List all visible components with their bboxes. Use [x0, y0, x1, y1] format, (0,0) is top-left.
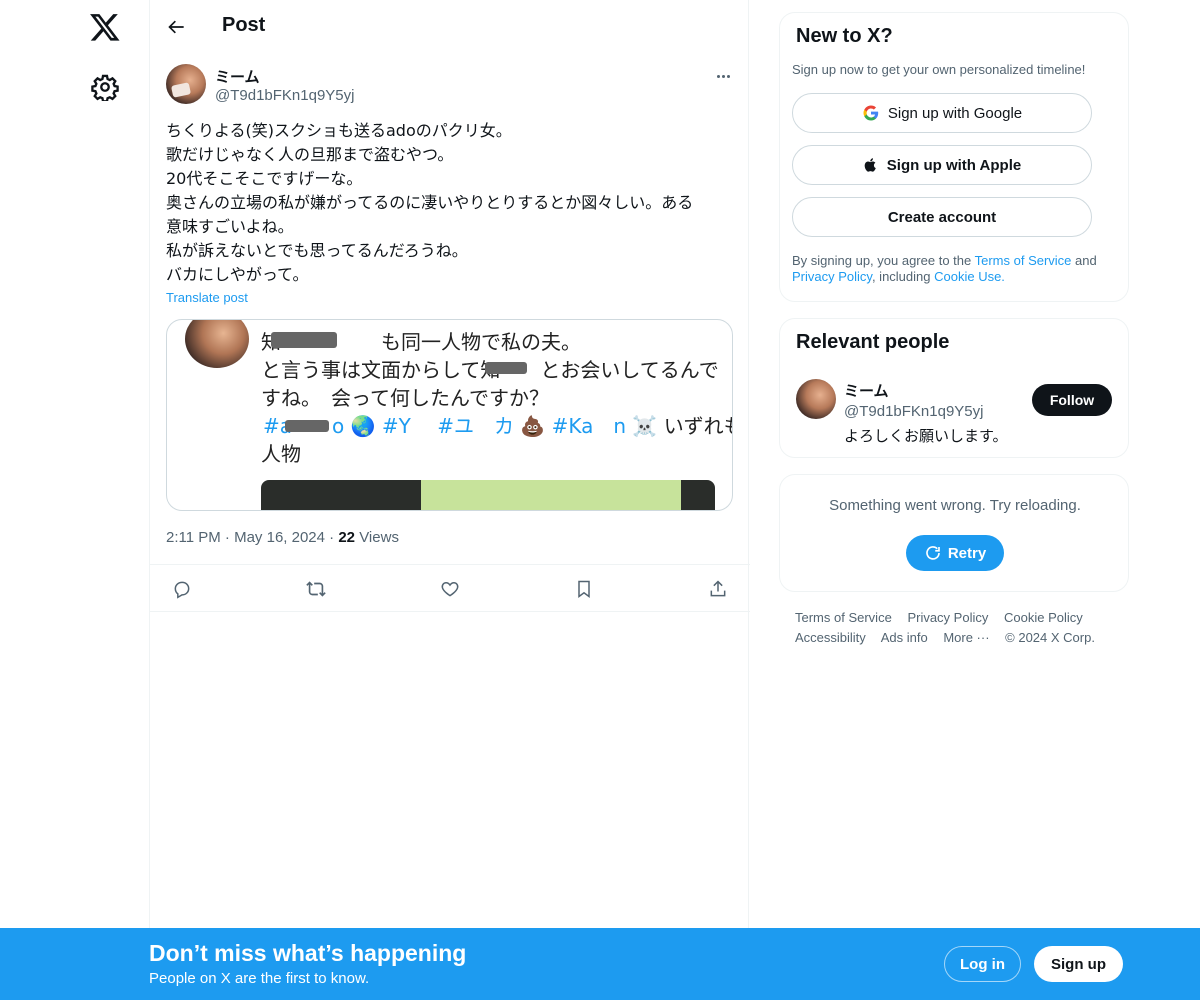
avatar[interactable]	[796, 379, 836, 419]
login-button[interactable]: Log in	[944, 946, 1021, 982]
author-name[interactable]: ミーム	[215, 66, 260, 87]
media-hashtags: #a o 🌏 #Y #ユ カ 💩 #Ka n ☠️ いずれも同一	[263, 410, 732, 439]
globe-emoji: 🌏	[350, 414, 376, 438]
x-logo-icon[interactable]	[89, 11, 121, 43]
post-date[interactable]: May 16, 2024	[234, 529, 325, 546]
main-column: Post ミーム @T9d1bFKn1q9Y5yj ちくりよる(笑)スクショも送…	[149, 0, 750, 1000]
post-media-image[interactable]: 知 も同一人物で私の夫。 と言う事は文面からして知 とお会いしてるんで すね。 …	[166, 319, 733, 511]
privacy-policy-link[interactable]: Privacy Policy	[792, 269, 872, 284]
retry-button[interactable]: Retry	[906, 535, 1004, 571]
signup-apple-button[interactable]: Sign up with Apple	[792, 145, 1092, 185]
author-handle[interactable]: @T9d1bFKn1q9Y5yj	[215, 87, 354, 104]
legal-including: , including	[871, 269, 935, 284]
media-embedded-screenshot	[261, 480, 715, 510]
media-line-3: すね。 会って何したんですか？	[261, 386, 549, 410]
redaction-bar	[271, 332, 337, 348]
redaction-bar	[285, 420, 329, 432]
post-meta: 2:11 PM · May 16, 2024 · 22 Views	[166, 529, 399, 546]
media-tag-4: #Ka n	[551, 414, 627, 438]
create-account-label: Create account	[887, 208, 997, 226]
new-to-x-card: New to X? Sign up now to get your own pe…	[779, 12, 1129, 302]
relevant-people-title: Relevant people	[796, 331, 950, 353]
footer-privacy-link[interactable]: Privacy Policy	[907, 610, 988, 625]
views-count: 22	[338, 529, 356, 546]
media-tag-2: #Y	[381, 414, 431, 438]
views-label: Views	[359, 529, 399, 546]
person-name[interactable]: ミーム	[844, 380, 889, 401]
bottom-signup-bar: Don’t miss what’s happening People on X …	[0, 928, 1200, 1000]
person-bio: よろしくお願いします。	[844, 428, 1008, 445]
person-handle[interactable]: @T9d1bFKn1q9Y5yj	[844, 403, 983, 420]
redaction-bar	[485, 362, 527, 374]
signup-button[interactable]: Sign up	[1034, 946, 1123, 982]
footer-accessibility-link[interactable]: Accessibility	[795, 630, 866, 645]
bottom-bar-title: Don’t miss what’s happening	[149, 940, 467, 966]
poop-emoji: 💩	[520, 414, 546, 438]
settings-gear-icon[interactable]	[91, 73, 119, 103]
footer-cookie-link[interactable]: Cookie Policy	[1004, 610, 1083, 625]
cookie-use-link[interactable]: Cookie Use.	[934, 269, 1005, 284]
footer-terms-link[interactable]: Terms of Service	[795, 610, 892, 625]
follow-button[interactable]: Follow	[1032, 384, 1112, 416]
new-to-x-subtitle: Sign up now to get your own personalized…	[792, 62, 1086, 77]
more-options-icon[interactable]	[710, 66, 736, 86]
media-avatar	[185, 320, 249, 368]
skull-emoji: ☠️	[632, 414, 658, 438]
footer-links: Terms of Service Privacy Policy Cookie P…	[795, 608, 1125, 648]
signup-google-button[interactable]: Sign up with Google	[792, 93, 1092, 133]
refresh-icon	[926, 546, 940, 560]
legal-and: and	[1071, 253, 1097, 268]
relevant-people-card: Relevant people ミーム @T9d1bFKn1q9Y5yj よろし…	[779, 318, 1129, 458]
create-account-button[interactable]: Create account	[792, 197, 1092, 237]
post-time[interactable]: 2:11 PM	[166, 529, 221, 546]
repost-icon[interactable]	[304, 577, 328, 601]
media-line-5: 人物	[261, 442, 301, 466]
google-icon	[863, 105, 879, 121]
page: Post ミーム @T9d1bFKn1q9Y5yj ちくりよる(笑)スクショも送…	[0, 0, 1200, 1000]
legal-prefix: By signing up, you agree to the	[792, 253, 975, 268]
like-heart-icon[interactable]	[438, 577, 462, 601]
apple-icon	[864, 158, 876, 172]
media-tag-3: #ユ カ	[437, 414, 514, 438]
share-icon[interactable]	[706, 577, 730, 601]
footer-ads-link[interactable]: Ads info	[881, 630, 928, 645]
reply-icon[interactable]	[170, 577, 194, 601]
avatar[interactable]	[166, 64, 206, 104]
translate-post-link[interactable]: Translate post	[166, 290, 248, 305]
terms-of-service-link[interactable]: Terms of Service	[975, 253, 1072, 268]
page-title: Post	[222, 14, 266, 36]
back-arrow-icon[interactable]	[164, 14, 190, 40]
error-message: Something went wrong. Try reloading.	[829, 497, 1081, 514]
signup-apple-label: Sign up with Apple	[886, 156, 1022, 174]
signup-google-label: Sign up with Google	[887, 104, 1023, 122]
top-bar: Post	[150, 0, 750, 53]
post-author: ミーム @T9d1bFKn1q9Y5yj	[166, 64, 736, 108]
bottom-bar-subtitle: People on X are the first to know.	[149, 970, 370, 987]
footer-copyright: © 2024 X Corp.	[1005, 630, 1095, 645]
media-tags-tail: いずれも同一	[663, 414, 732, 438]
retry-label: Retry	[947, 544, 987, 562]
new-to-x-title: New to X?	[796, 25, 893, 47]
left-nav	[0, 0, 149, 1000]
signup-legal-text: By signing up, you agree to the Terms of…	[792, 253, 1112, 285]
post-actions	[150, 564, 750, 612]
error-card: Something went wrong. Try reloading. Ret…	[779, 474, 1129, 592]
post-text: ちくりよる(笑)スクショも送るadoのパクリ女。 歌だけじゃなく人の旦那まで盗む…	[166, 121, 694, 284]
footer-more-link[interactable]: More ···	[943, 630, 989, 645]
bookmark-icon[interactable]	[572, 577, 596, 601]
